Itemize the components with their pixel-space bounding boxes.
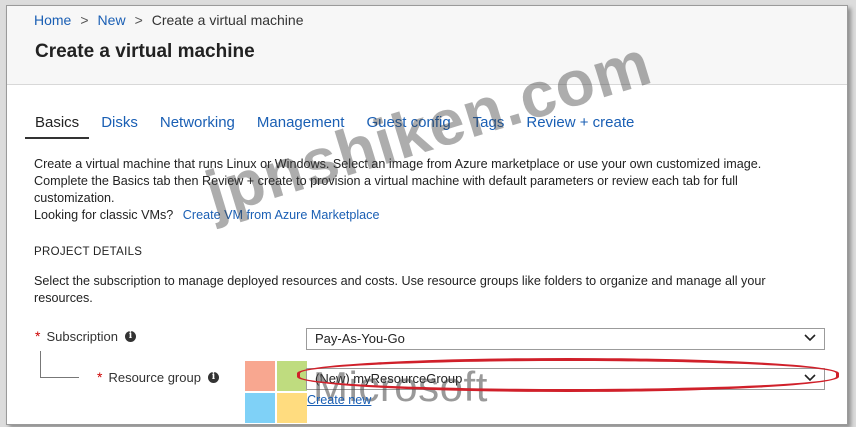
description-line: customization. [34,191,115,205]
project-desc-line: resources. [34,291,93,305]
project-details-heading: PROJECT DETAILS [34,246,143,258]
microsoft-logo-watermark [245,361,307,424]
breadcrumb: Home > New > Create a virtual machine [34,12,304,28]
breadcrumb-home[interactable]: Home [34,12,71,28]
info-icon[interactable]: i [125,330,136,342]
ms-logo-red-square [245,361,275,391]
chevron-down-icon [804,334,816,342]
tab-disks[interactable]: Disks [101,114,138,139]
info-icon[interactable]: i [207,371,219,383]
subscription-value: Pay-As-You-Go [315,331,405,346]
breadcrumb-current: Create a virtual machine [151,12,304,28]
description-line: Create a virtual machine that runs Linux… [34,157,762,171]
header-bar: Home > New > Create a virtual machine Cr… [7,6,847,85]
tab-networking[interactable]: Networking [160,114,235,139]
resource-group-label: * Resource group i [97,369,219,385]
create-new-resource-group-link[interactable]: Create new [307,393,371,407]
breadcrumb-separator: > [80,12,89,28]
project-desc-line: Select the subscription to manage deploy… [34,274,766,288]
tab-management[interactable]: Management [257,114,345,139]
project-details-description: Select the subscription to manage deploy… [34,273,814,307]
highlight-annotation-circle [297,358,839,392]
ms-logo-yellow-square [277,393,307,423]
required-marker: * [97,369,103,385]
classic-vms-prefix: Looking for classic VMs? [34,208,174,222]
create-vm-marketplace-link[interactable]: Create VM from Azure Marketplace [183,208,380,222]
ms-logo-blue-square [245,393,275,423]
azure-portal-window: Home > New > Create a virtual machine Cr… [6,5,848,425]
tab-guest-config[interactable]: Guest config [366,114,450,139]
breadcrumb-new[interactable]: New [98,12,126,28]
basics-description: Create a virtual machine that runs Linux… [34,156,794,224]
subscription-select[interactable]: Pay-As-You-Go [306,328,825,350]
resource-group-label-text: Resource group [108,369,201,385]
classic-vms-row: Looking for classic VMs? Create VM from … [34,207,794,224]
required-marker: * [35,328,41,344]
tab-tags[interactable]: Tags [473,114,505,139]
tab-basics[interactable]: Basics [25,114,90,139]
subscription-label-text: Subscription [46,328,118,344]
subscription-label: * Subscription i [35,328,136,344]
tree-connector [40,351,79,378]
breadcrumb-separator: > [134,12,143,28]
page-title: Create a virtual machine [35,41,255,62]
tab-bar: Basics Disks Networking Management Guest… [25,114,656,139]
tab-review-create[interactable]: Review + create [526,114,634,139]
description-line: Complete the Basics tab then Review + cr… [34,174,738,188]
